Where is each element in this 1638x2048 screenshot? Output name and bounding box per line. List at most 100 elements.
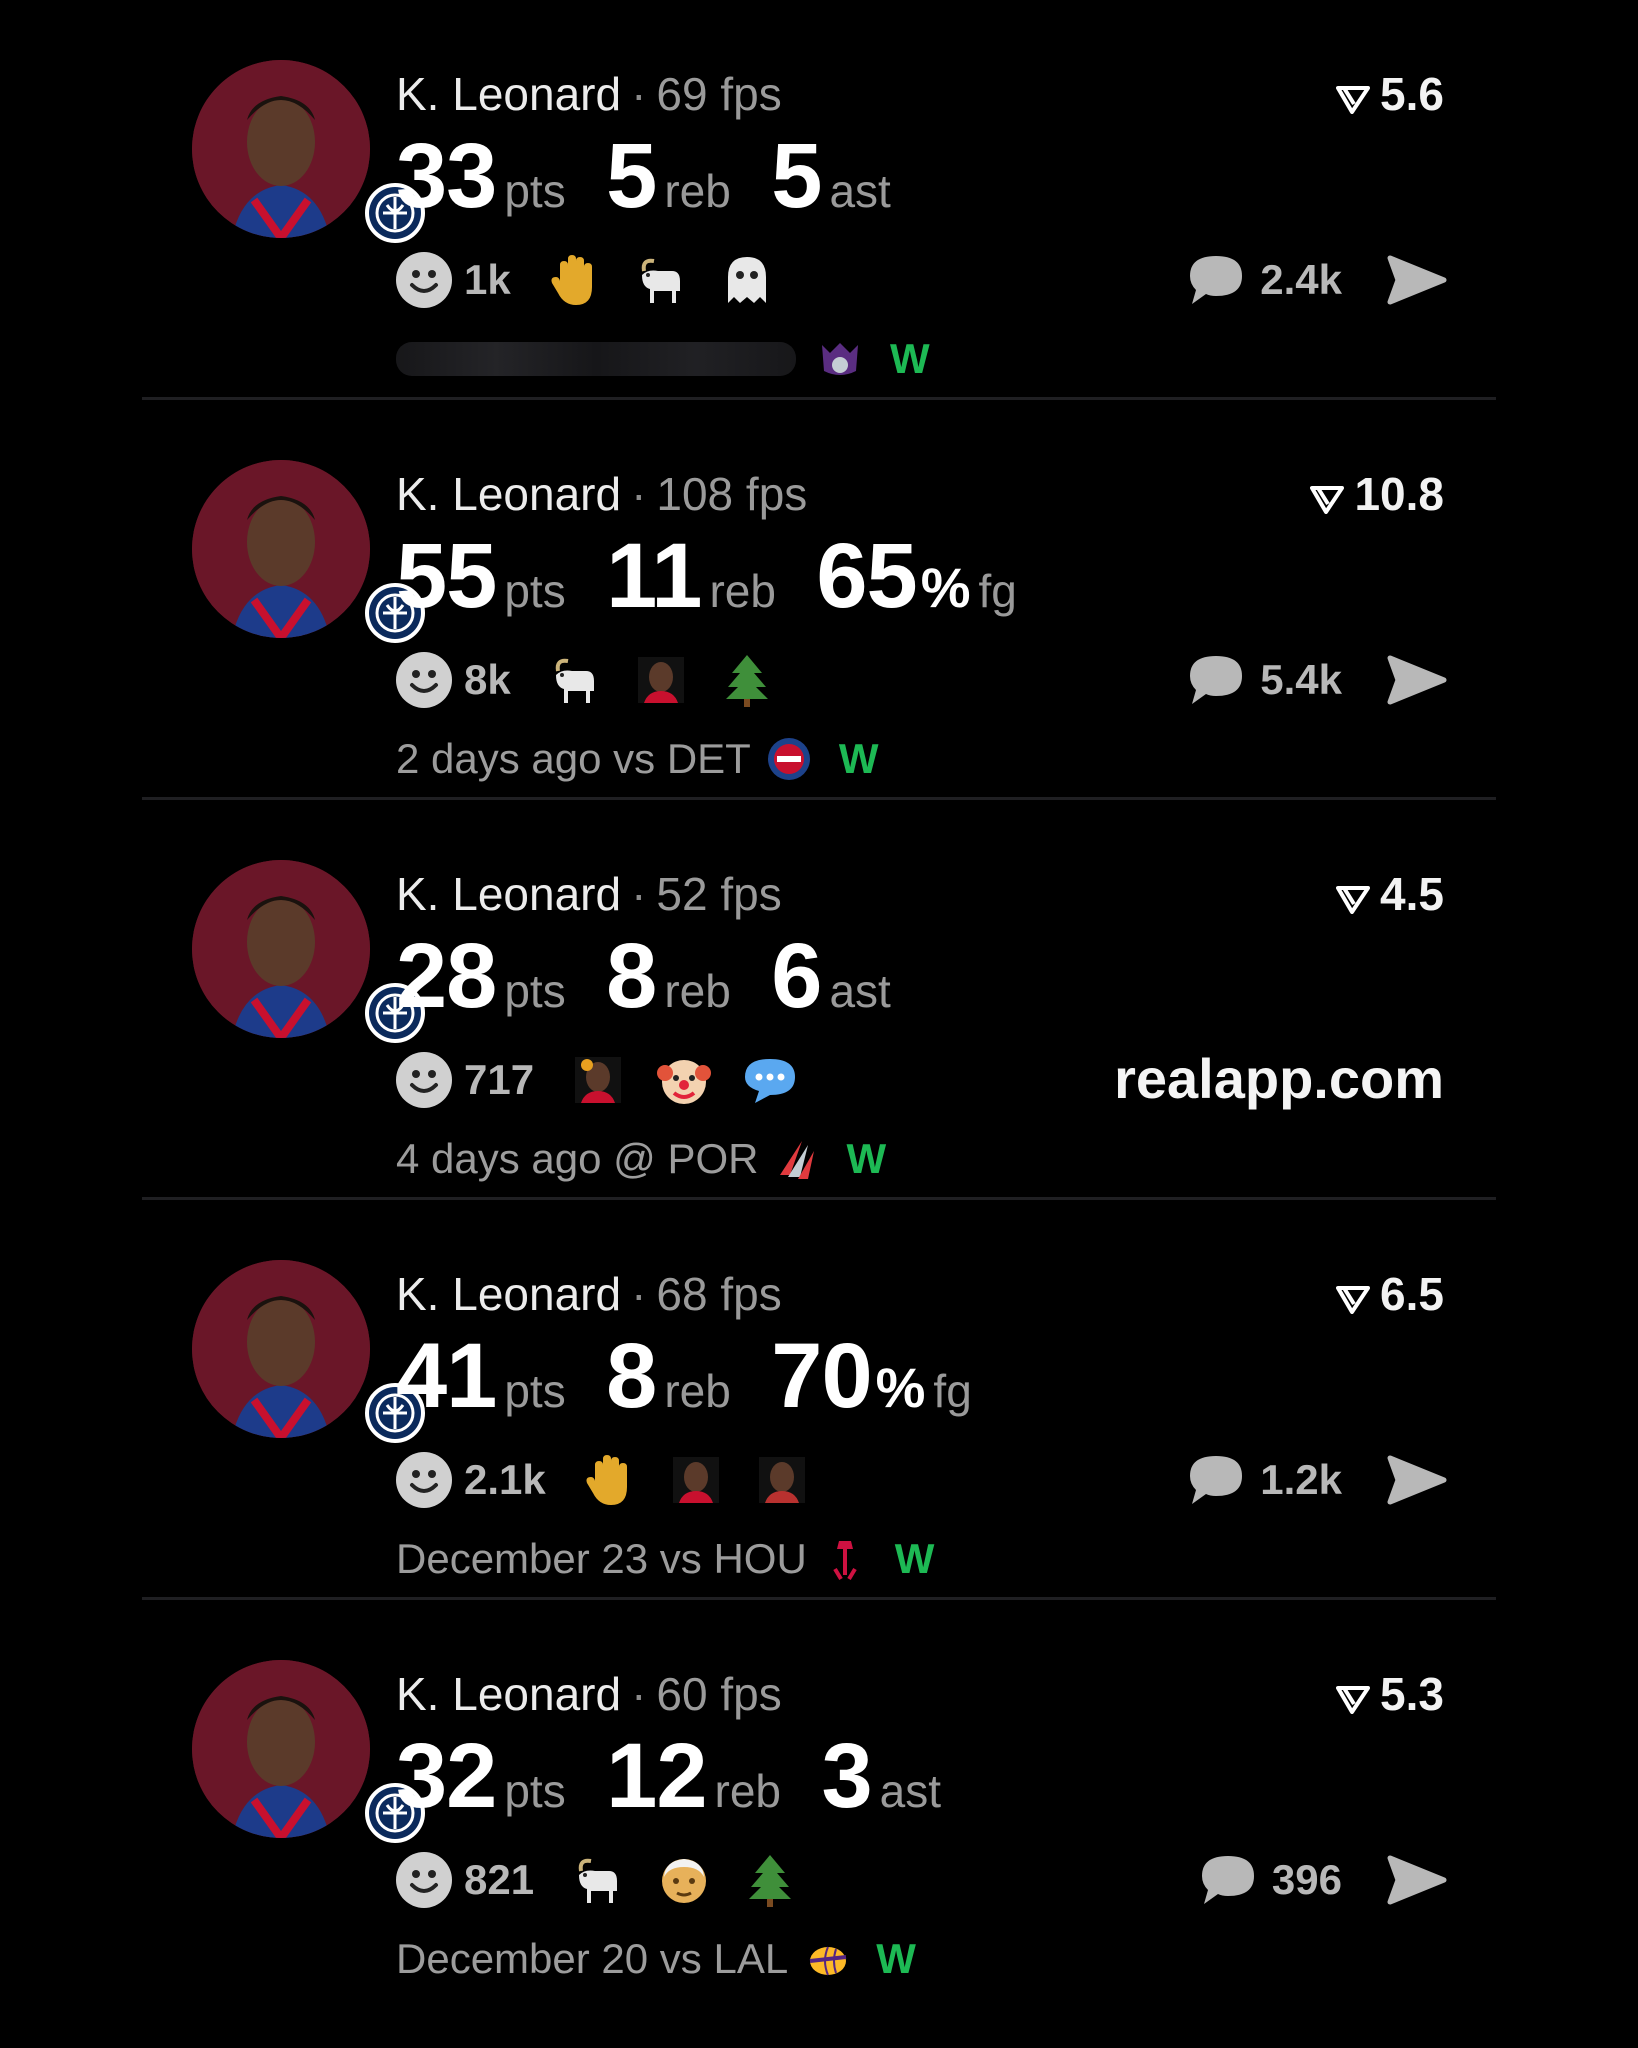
reactions-row: 1k — [396, 248, 803, 312]
fantasy-points: 69 fps — [656, 68, 782, 120]
player-photo — [192, 60, 370, 238]
stat-points: 32 pts — [396, 1728, 566, 1851]
react-smiley-icon[interactable] — [396, 1852, 452, 1908]
player-avatar[interactable] — [192, 1660, 428, 1846]
goat-icon[interactable] — [631, 250, 691, 310]
player-face-icon[interactable] — [568, 1050, 628, 1110]
evergreen-tree-icon[interactable] — [717, 650, 777, 710]
fantasy-points: 52 fps — [656, 868, 782, 920]
clown-face-icon[interactable] — [654, 1050, 714, 1110]
share-send-icon[interactable] — [1386, 652, 1448, 708]
player-avatar[interactable] — [192, 460, 428, 646]
rockets-logo-icon — [833, 1541, 857, 1581]
react-smiley-icon[interactable] — [396, 252, 452, 308]
reaction-count[interactable]: 1k — [464, 256, 511, 304]
separator-dot: · — [631, 468, 647, 520]
comment-icon[interactable] — [1186, 1452, 1246, 1508]
share-send-icon[interactable] — [1386, 1452, 1448, 1508]
actions: 5.4k — [1186, 648, 1448, 712]
stat-rebounds: 12 reb — [606, 1728, 781, 1851]
stat-unit: fg — [978, 565, 1017, 617]
player-name-line: K. Leonard · 69 fps — [396, 68, 782, 120]
goat-icon[interactable] — [568, 1850, 628, 1910]
evergreen-tree-icon[interactable] — [740, 1850, 800, 1910]
stat-value: 12 — [606, 1725, 707, 1827]
react-smiley-icon[interactable] — [396, 652, 452, 708]
player-name-line: K. Leonard · 68 fps — [396, 1268, 782, 1320]
raised-hand-icon[interactable] — [580, 1450, 640, 1510]
rating-chevron-icon — [1336, 1672, 1371, 1724]
player-face-icon[interactable] — [752, 1450, 812, 1510]
player-face-icon[interactable] — [666, 1450, 726, 1510]
comment-count[interactable]: 2.4k — [1260, 256, 1342, 304]
stat-value: 32 — [396, 1725, 497, 1827]
player-avatar[interactable] — [192, 860, 428, 1046]
stat-percent-sign: % — [920, 556, 971, 619]
raised-hand-icon[interactable] — [545, 250, 605, 310]
player-name-line: K. Leonard · 108 fps — [396, 468, 807, 520]
comment-icon[interactable] — [1186, 652, 1246, 708]
stat-value: 8 — [606, 925, 657, 1027]
speech-bubble-icon[interactable] — [740, 1050, 800, 1110]
stat-rebounds: 11 reb — [606, 528, 776, 651]
comment-count[interactable]: 1.2k — [1260, 1456, 1342, 1504]
stat-assists: 6 ast — [771, 928, 891, 1051]
ghost-icon[interactable] — [717, 250, 777, 310]
game-result: W — [846, 1135, 887, 1182]
stat-rebounds: 5 reb — [606, 128, 731, 251]
player-photo — [192, 1260, 370, 1438]
stat-line: 55 pts 11 reb 65% fg — [396, 528, 1053, 651]
comment-count[interactable]: 5.4k — [1260, 656, 1342, 704]
game-card[interactable]: K. Leonard · 68 fps 6.5 41 pts 8 reb 70% fg 2… — [142, 1200, 1496, 1600]
goat-icon[interactable] — [545, 650, 605, 710]
rating: 6.5 — [1336, 1268, 1444, 1324]
share-send-icon[interactable] — [1386, 252, 1448, 308]
game-date-opponent[interactable]: December 20 vs LAL — [396, 1935, 788, 1983]
player-avatar[interactable] — [192, 1260, 428, 1446]
comment-count[interactable]: 396 — [1272, 1856, 1342, 1904]
react-smiley-icon[interactable] — [396, 1052, 452, 1108]
rating-value: 4.5 — [1380, 868, 1444, 920]
stat-unit: reb — [664, 965, 731, 1017]
separator-dot: · — [631, 68, 647, 120]
reaction-count[interactable]: 8k — [464, 656, 511, 704]
stat-assists: 5 ast — [771, 128, 891, 251]
reaction-count[interactable]: 717 — [464, 1056, 534, 1104]
stat-percent-sign: % — [875, 1356, 926, 1419]
stat-value: 28 — [396, 925, 497, 1027]
stat-points: 55 pts — [396, 528, 566, 651]
rating-value: 5.6 — [1380, 68, 1444, 120]
player-photo — [192, 860, 370, 1038]
player-name: K. Leonard — [396, 1268, 622, 1320]
player-avatar[interactable] — [192, 60, 428, 246]
comment-icon[interactable] — [1186, 252, 1246, 308]
rating-chevron-icon — [1336, 72, 1371, 124]
game-card[interactable]: K. Leonard · 60 fps 5.3 32 pts 12 reb 3 ast 8… — [142, 1600, 1496, 2000]
game-card[interactable]: K. Leonard · 52 fps 4.5 28 pts 8 reb 6 ast 71… — [142, 800, 1496, 1200]
game-date-opponent[interactable]: December 23 vs HOU — [396, 1535, 807, 1583]
separator-dot: · — [631, 1668, 647, 1720]
actions: 2.4k — [1186, 248, 1448, 312]
player-name: K. Leonard — [396, 468, 622, 520]
game-date-opponent[interactable]: 2 days ago vs DET — [396, 735, 751, 783]
rating-value: 6.5 — [1380, 1268, 1444, 1320]
react-smiley-icon[interactable] — [396, 1452, 452, 1508]
rating-chevron-icon — [1336, 872, 1371, 924]
game-card[interactable]: K. Leonard · 69 fps 5.6 33 pts 5 reb 5 ast 1k… — [142, 0, 1496, 400]
reaction-count[interactable]: 2.1k — [464, 1456, 546, 1504]
player-face-icon[interactable] — [631, 650, 691, 710]
share-send-icon[interactable] — [1386, 1852, 1448, 1908]
stat-field-goal-pct: 70% fg — [771, 1328, 972, 1451]
comment-icon[interactable] — [1198, 1852, 1258, 1908]
player-name: K. Leonard — [396, 868, 622, 920]
reactions-row: 8k — [396, 648, 803, 712]
old-man-icon[interactable] — [654, 1850, 714, 1910]
game-date-opponent[interactable]: 4 days ago @ POR — [396, 1135, 758, 1183]
stat-unit: pts — [504, 965, 566, 1017]
reaction-count[interactable]: 821 — [464, 1856, 534, 1904]
player-name: K. Leonard — [396, 1668, 622, 1720]
stat-value: 5 — [771, 125, 822, 227]
game-card[interactable]: K. Leonard · 108 fps 10.8 55 pts 11 reb 65% f… — [142, 400, 1496, 800]
separator-dot: · — [631, 868, 647, 920]
stat-points: 28 pts — [396, 928, 566, 1051]
